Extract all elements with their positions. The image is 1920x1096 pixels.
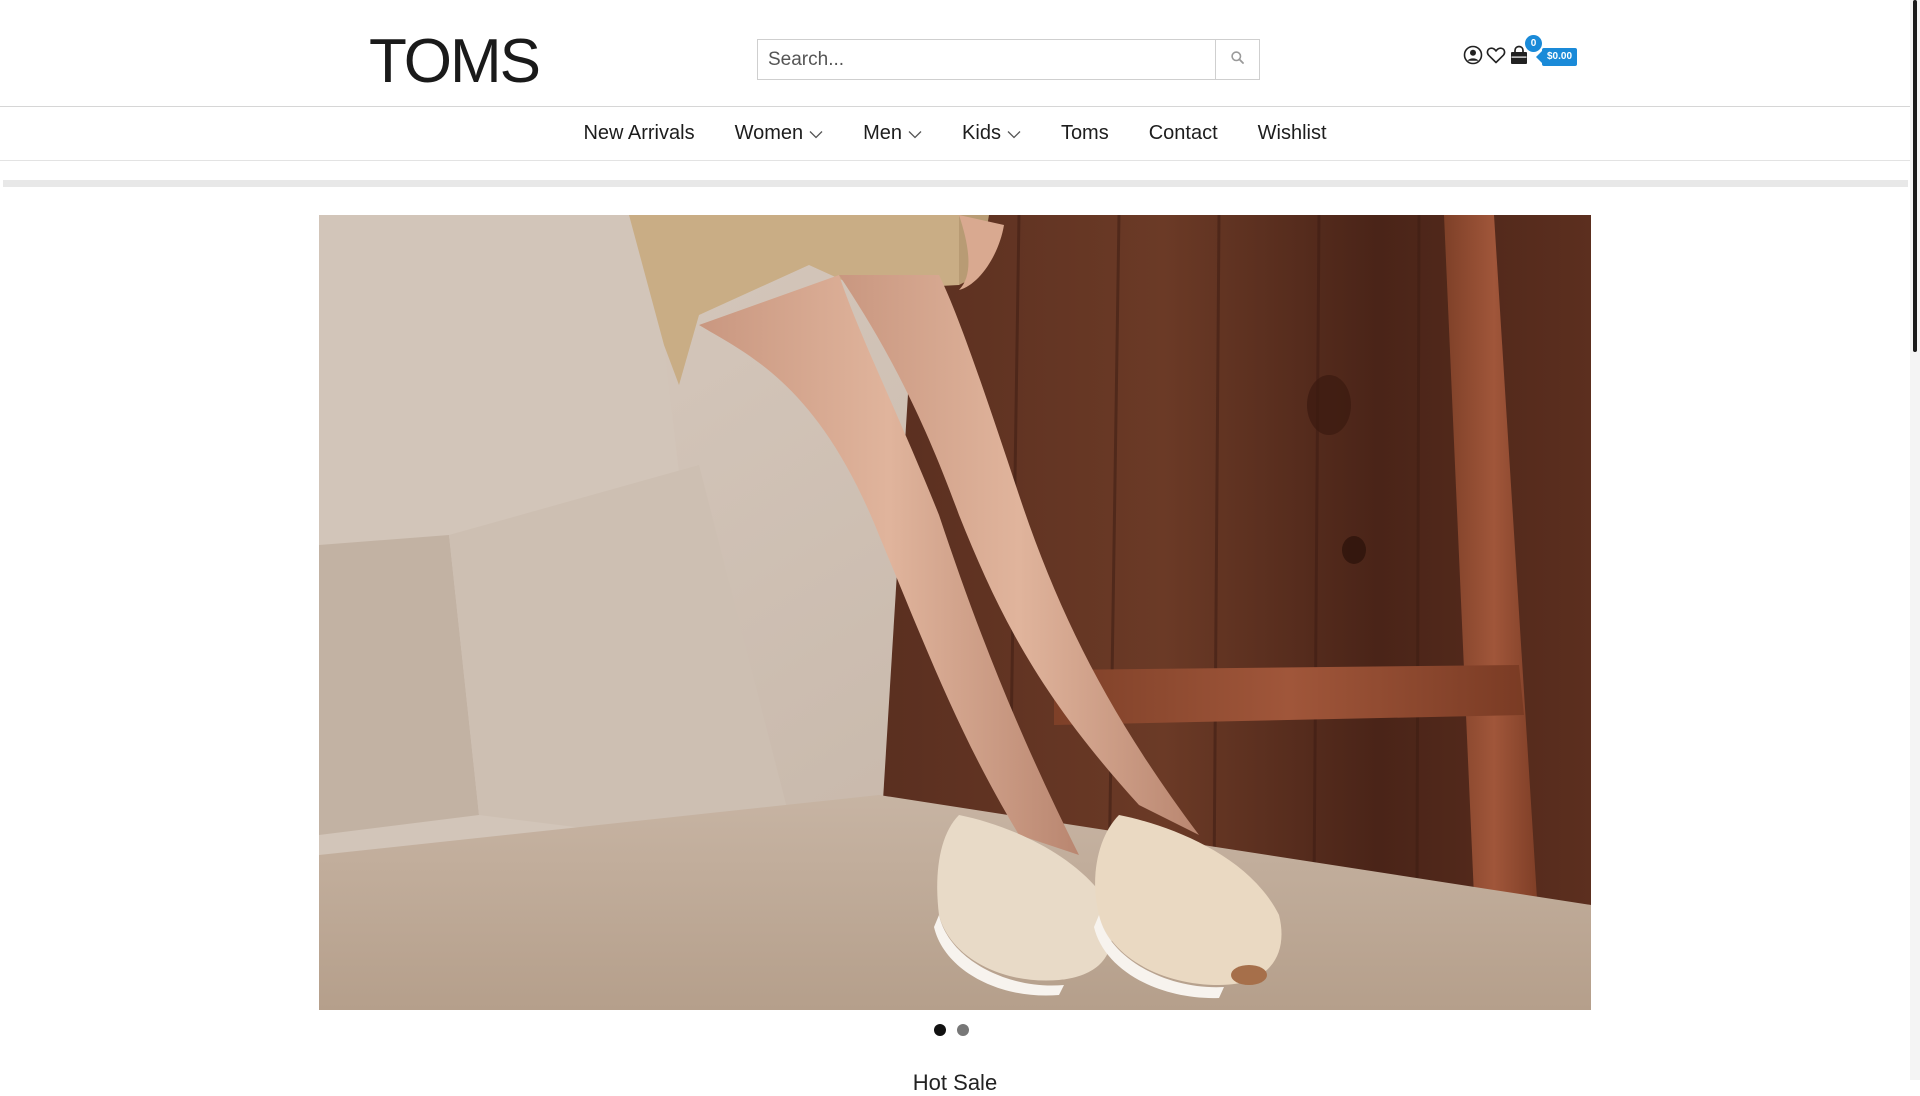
slider-dot-1[interactable] [934, 1024, 946, 1036]
chevron-down-icon [809, 130, 823, 139]
scrollbar-thumb[interactable] [1913, 0, 1917, 352]
chevron-down-icon [1007, 130, 1021, 139]
search-input[interactable] [757, 39, 1215, 80]
search-icon [1231, 50, 1244, 69]
toms-logo-wordmark: TOMS [369, 30, 541, 90]
page-scrollbar[interactable] [1910, 0, 1920, 1080]
site-header: TOMS Search... 0 $0.00 [0, 0, 1910, 107]
search-bar [757, 39, 1260, 80]
nav-item-kids[interactable]: Kids [942, 107, 1041, 160]
search-button[interactable] [1215, 39, 1260, 80]
nav-item-label: New Arrivals [583, 122, 695, 144]
cart-total-badge[interactable]: $0.00 [1535, 48, 1578, 66]
nav-item-label: Women [734, 122, 804, 144]
hero-photo [319, 215, 1591, 1010]
nav-item-wishlist[interactable]: Wishlist [1238, 107, 1347, 160]
slider-dot-2[interactable] [957, 1024, 969, 1036]
toms-logo[interactable]: TOMS [369, 30, 543, 90]
nav-item-label: Kids [962, 122, 1001, 144]
nav-item-label: Wishlist [1257, 122, 1327, 144]
nav-item-men[interactable]: Men [843, 107, 942, 160]
svg-text:TOMS: TOMS [369, 30, 539, 90]
section-title: Hot Sale [912, 1070, 998, 1095]
chevron-down-icon [908, 130, 922, 139]
heart-icon[interactable] [1485, 44, 1507, 66]
nav-item-contact[interactable]: Contact [1129, 107, 1238, 160]
main-nav: New Arrivals Women Men Kids Toms Contact… [0, 107, 1910, 161]
nav-item-label: Contact [1148, 122, 1218, 144]
nav-item-new-arrivals[interactable]: New Arrivals [563, 107, 714, 160]
nav-item-toms[interactable]: Toms [1041, 107, 1129, 160]
progress-divider [3, 180, 1908, 187]
nav-item-label: Toms [1060, 122, 1109, 144]
user-circle-icon[interactable] [1462, 44, 1484, 66]
nav-item-women[interactable]: Women [715, 107, 844, 160]
hero-slider-image[interactable] [319, 215, 1591, 1010]
cart-count-badge: 0 [1525, 35, 1542, 52]
nav-item-label: Men [863, 122, 903, 144]
